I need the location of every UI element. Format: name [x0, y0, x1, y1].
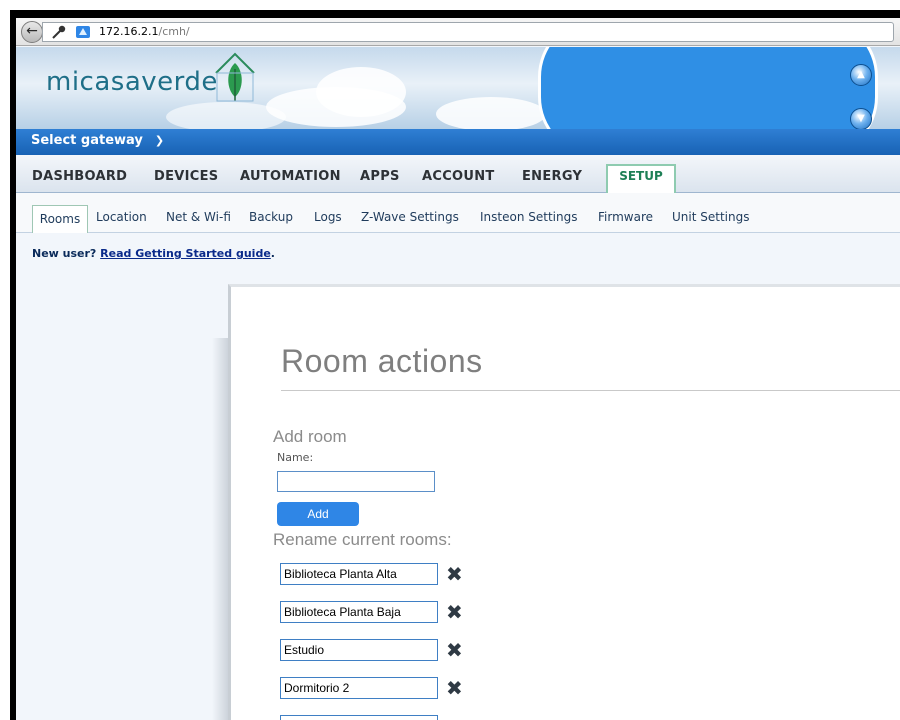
site-icon [76, 26, 90, 38]
delete-room-icon[interactable]: ✖ [446, 602, 463, 622]
getting-started-link[interactable]: Read Getting Started guide [100, 247, 271, 260]
logo-text: micasaverde [46, 67, 218, 97]
url-field[interactable]: 172.16.2.1/cmh/ [42, 22, 894, 42]
subtab-backup[interactable]: Backup [249, 210, 293, 224]
subtab-unit-settings[interactable]: Unit Settings [672, 210, 749, 224]
tab-apps[interactable]: APPS [360, 169, 400, 184]
subtab-rooms[interactable]: Rooms [32, 205, 88, 233]
room-name-field[interactable] [280, 715, 438, 720]
delete-room-icon[interactable]: ✖ [446, 640, 463, 660]
rename-rooms-heading: Rename current rooms: [273, 530, 452, 549]
new-user-notice: New user? Read Getting Started guide. [32, 247, 275, 260]
subtab-net-wifi[interactable]: Net & Wi-fi [166, 210, 231, 224]
tab-dashboard[interactable]: DASHBOARD [32, 169, 127, 184]
gateway-label: Select gateway [31, 133, 143, 148]
tab-setup[interactable]: SETUP [606, 164, 676, 194]
add-room-button[interactable]: Add [277, 502, 359, 526]
add-room-heading: Add room [273, 427, 347, 446]
browser-viewport: ← 172.16.2.1/cmh/ micasaverde ▲ ▼ Select… [16, 18, 900, 720]
key-icon [52, 25, 66, 39]
subtab-location[interactable]: Location [96, 210, 147, 224]
browser-window: ← 172.16.2.1/cmh/ micasaverde ▲ ▼ Select… [10, 10, 900, 720]
delete-room-icon[interactable]: ✖ [446, 678, 463, 698]
sub-nav: Rooms Location Net & Wi-fi Backup Logs Z… [16, 193, 900, 233]
tab-devices[interactable]: DEVICES [154, 169, 218, 184]
back-arrow-icon[interactable]: ← [21, 21, 43, 43]
delete-room-icon[interactable]: ✖ [446, 564, 463, 584]
url-text: 172.16.2.1/cmh/ [99, 25, 190, 38]
address-bar: ← 172.16.2.1/cmh/ [16, 18, 900, 46]
room-name-field[interactable] [280, 677, 438, 699]
chevron-down-icon: ❯ [154, 134, 165, 147]
tab-energy[interactable]: ENERGY [522, 169, 582, 184]
leaf-logo-icon [215, 52, 255, 102]
subtab-zwave-settings[interactable]: Z-Wave Settings [361, 210, 459, 224]
page-title: Room actions [281, 343, 483, 379]
status-panel [538, 47, 878, 129]
scroll-down-icon[interactable]: ▼ [850, 108, 872, 129]
room-name-field[interactable] [280, 639, 438, 661]
title-divider [281, 390, 900, 391]
tab-automation[interactable]: AUTOMATION [240, 169, 341, 184]
room-name-field[interactable] [280, 563, 438, 585]
main-nav: DASHBOARD DEVICES AUTOMATION APPS ACCOUN… [16, 155, 900, 194]
room-name-field[interactable] [280, 601, 438, 623]
tab-account[interactable]: ACCOUNT [422, 169, 495, 184]
scroll-up-icon[interactable]: ▲ [850, 64, 872, 86]
room-actions-card: Room actions Add room Name: Add Rename c… [228, 284, 900, 720]
gateway-selector[interactable]: Select gateway ❯ [16, 129, 900, 155]
room-name-input[interactable] [277, 471, 435, 492]
subtab-insteon-settings[interactable]: Insteon Settings [480, 210, 577, 224]
subtab-logs[interactable]: Logs [314, 210, 342, 224]
name-label: Name: [277, 451, 314, 464]
subtab-firmware[interactable]: Firmware [598, 210, 653, 224]
banner: micasaverde ▲ ▼ [16, 47, 900, 129]
